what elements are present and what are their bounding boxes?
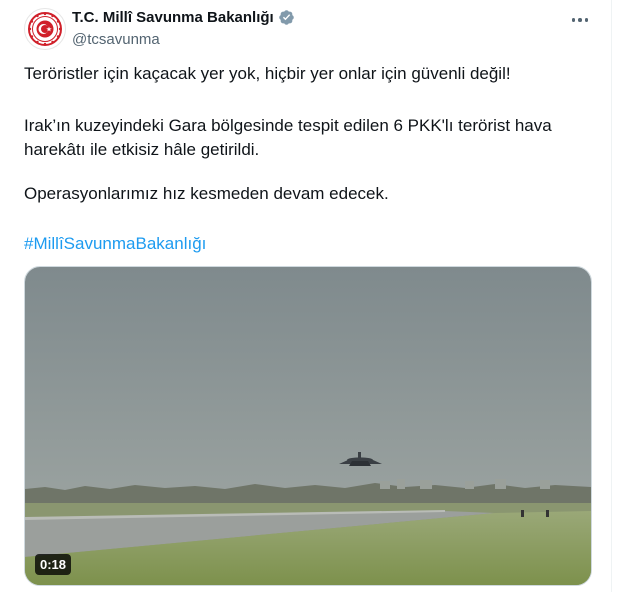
video-thumbnail (25, 267, 591, 585)
more-options-icon[interactable] (568, 8, 592, 32)
hashtag-link[interactable]: #MillîSavunmaBakanlığı (24, 232, 206, 256)
tweet-text-line-1: Teröristler için kaçacak yer yok, hiçbir… (24, 64, 511, 83)
account-handle[interactable]: @tcsavunma (72, 31, 160, 48)
video-duration-badge: 0:18 (35, 554, 72, 575)
video-player[interactable]: 0:18 (24, 266, 592, 586)
tweet-card: T.C. Millî Savunma Bakanlığı @tcsavunma … (0, 0, 612, 592)
account-name-row[interactable]: T.C. Millî Savunma Bakanlığı (72, 9, 295, 26)
display-name[interactable]: T.C. Millî Savunma Bakanlığı (72, 9, 274, 26)
tweet-text-line-3: Operasyonlarımız hız kesmeden devam edec… (24, 184, 389, 203)
avatar[interactable] (24, 8, 66, 50)
ministry-emblem-icon (28, 12, 62, 46)
verified-badge-icon (278, 9, 295, 26)
tweet-text-line-2: Irak’ın kuzeyindeki Gara bölgesinde tesp… (24, 116, 552, 159)
